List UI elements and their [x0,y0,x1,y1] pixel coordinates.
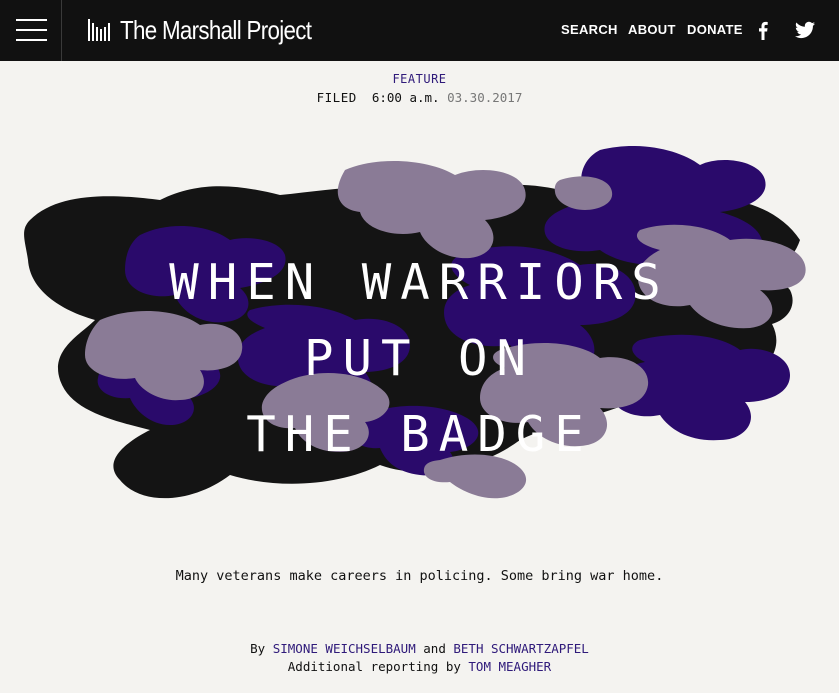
headline-line: WHEN WARRIORS [169,254,670,311]
headline-line: THE BADGE [246,406,593,463]
menu-icon-line [16,39,47,41]
headline-line: PUT ON [303,330,535,387]
menu-icon-line [16,19,47,21]
article-kicker[interactable]: FEATURE [0,72,839,86]
nav-donate-link[interactable]: DONATE [687,22,743,37]
additional-reporting-label: Additional reporting by [287,659,461,674]
author-link[interactable]: SIMONE WEICHSELBAUM [273,641,416,656]
twitter-icon[interactable] [795,20,815,40]
filed-timestamp: FILED 6:00 a.m. 03.30.2017 [0,90,839,105]
article-headline: WHEN WARRIORS PUT ON THE BADGE [0,245,839,473]
author-link[interactable]: BETH SCHWARTZAPFEL [453,641,588,656]
article-dek: Many veterans make careers in policing. … [175,568,664,584]
filed-label: FILED [316,90,357,105]
additional-reporting: Additional reporting by TOM MEAGHER [0,659,839,674]
logo-text: The Marshall Project [120,14,312,45]
nav-search-link[interactable]: SEARCH [561,22,618,37]
menu-icon[interactable] [0,0,62,61]
logo-bars-icon [88,19,110,41]
facebook-icon[interactable] [754,20,772,40]
byline: By SIMONE WEICHSELBAUM and BETH SCHWARTZ… [0,641,839,656]
top-navigation-bar: The Marshall Project SEARCH ABOUT DONATE [0,0,839,61]
site-logo[interactable]: The Marshall Project [88,14,342,46]
byline-by: By [250,641,266,656]
menu-icon-line [16,29,47,31]
nav-about-link[interactable]: ABOUT [628,22,676,37]
filed-date: 03.30.2017 [447,90,523,105]
author-link[interactable]: TOM MEAGHER [468,659,551,674]
byline-and: and [423,641,446,656]
filed-time: 6:00 a.m. [371,90,440,105]
